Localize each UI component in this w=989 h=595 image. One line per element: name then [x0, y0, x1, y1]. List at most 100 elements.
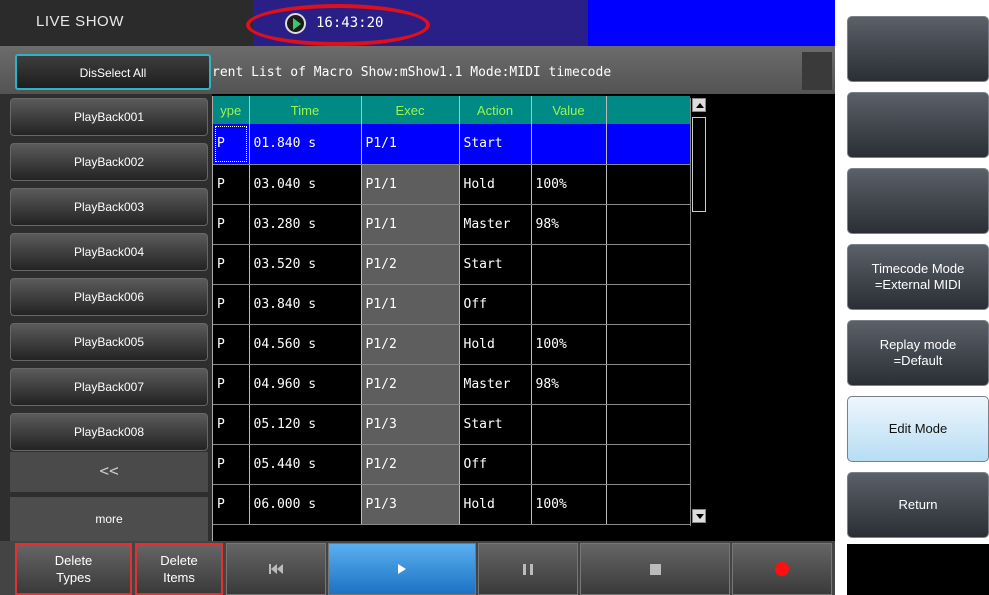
playback-button[interactable]: PlayBack001 [10, 98, 208, 136]
scroll-down-icon[interactable] [692, 509, 706, 523]
cell-action[interactable]: Start [459, 404, 532, 445]
playback-button[interactable]: PlayBack003 [10, 188, 208, 226]
cell-value[interactable] [531, 124, 607, 165]
cell-exec[interactable]: P1/3 [361, 484, 460, 525]
pause-icon [523, 563, 533, 575]
return-button[interactable]: Return [847, 472, 989, 538]
stop-icon [649, 563, 661, 575]
column-header-value[interactable]: Value [531, 96, 607, 124]
cell-time[interactable]: 03.040 s [249, 164, 362, 205]
table-scrollbar[interactable] [690, 98, 707, 526]
cell-exec[interactable]: P1/1 [361, 284, 460, 325]
scroll-thumb[interactable] [692, 117, 706, 212]
pause-button[interactable] [478, 543, 578, 595]
edit-mode-button[interactable]: Edit Mode [847, 396, 989, 462]
scroll-up-icon[interactable] [692, 98, 706, 112]
playback-button[interactable]: PlayBack002 [10, 143, 208, 181]
cell-time[interactable]: 04.960 s [249, 364, 362, 405]
table-row[interactable]: P 03.840 s P1/1 Off [213, 284, 690, 325]
table-row[interactable]: P 05.120 s P1/3 Start [213, 404, 690, 445]
cell-value[interactable] [531, 444, 607, 485]
replay-mode-button[interactable]: Replay mode =Default [847, 320, 989, 386]
column-header-action[interactable]: Action [459, 96, 532, 124]
prev-page-button[interactable]: << [10, 452, 208, 492]
cell-type[interactable]: P [213, 124, 250, 165]
timecode-mode-button[interactable]: Timecode Mode =External MIDI [847, 244, 989, 310]
cell-type[interactable]: P [213, 364, 250, 405]
app-title: LIVE SHOW [36, 13, 124, 30]
cell-type[interactable]: P [213, 284, 250, 325]
cell-action[interactable]: Master [459, 204, 532, 245]
cell-type[interactable]: P [213, 484, 250, 525]
skip-back-button[interactable] [226, 543, 326, 595]
cell-type[interactable]: P [213, 164, 250, 205]
cell-action[interactable]: Master [459, 364, 532, 405]
cell-action[interactable]: Start [459, 244, 532, 285]
cell-value[interactable] [531, 244, 607, 285]
soft-button-3[interactable] [847, 168, 989, 234]
cell-action[interactable]: Off [459, 444, 532, 485]
cell-action[interactable]: Hold [459, 484, 532, 525]
column-header-type[interactable]: ype [213, 96, 250, 124]
playback-button[interactable]: PlayBack004 [10, 233, 208, 271]
cell-value[interactable] [531, 404, 607, 445]
cell-exec[interactable]: P1/1 [361, 164, 460, 205]
cell-value[interactable]: 100% [531, 484, 607, 525]
cell-exec[interactable]: P1/2 [361, 324, 460, 365]
record-button[interactable] [732, 543, 832, 595]
table-row[interactable]: P 04.960 s P1/2 Master 98% [213, 364, 690, 405]
cell-value[interactable]: 98% [531, 364, 607, 405]
cell-exec[interactable]: P1/2 [361, 444, 460, 485]
cell-type[interactable]: P [213, 404, 250, 445]
cell-action[interactable]: Start [459, 124, 532, 165]
cell-value[interactable]: 98% [531, 204, 607, 245]
table-row[interactable]: P 03.040 s P1/1 Hold 100% [213, 164, 690, 205]
soft-button-1[interactable] [847, 16, 989, 82]
stop-button[interactable] [580, 543, 730, 595]
cell-exec[interactable]: P1/2 [361, 244, 460, 285]
cell-value[interactable]: 100% [531, 324, 607, 365]
cell-exec[interactable]: P1/2 [361, 364, 460, 405]
cell-action[interactable]: Off [459, 284, 532, 325]
cell-type[interactable]: P [213, 204, 250, 245]
delete-types-button[interactable]: Delete Types [15, 543, 132, 595]
table-row[interactable]: P 04.560 s P1/2 Hold 100% [213, 324, 690, 365]
cell-time[interactable]: 05.440 s [249, 444, 362, 485]
cell-time[interactable]: 03.520 s [249, 244, 362, 285]
cell-time[interactable]: 03.840 s [249, 284, 362, 325]
cell-type[interactable]: P [213, 324, 250, 365]
delete-items-button[interactable]: Delete Items [135, 543, 223, 595]
more-button[interactable]: more [10, 497, 208, 541]
cell-time[interactable]: 03.280 s [249, 204, 362, 245]
table-row[interactable]: P 03.520 s P1/2 Start [213, 244, 690, 285]
table-header: ype Time Exec Action Value [213, 96, 690, 124]
cell-value[interactable]: 100% [531, 164, 607, 205]
table-row[interactable]: P 06.000 s P1/3 Hold 100% [213, 484, 690, 525]
cell-time[interactable]: 05.120 s [249, 404, 362, 445]
table-row[interactable]: P 01.840 s P1/1 Start [213, 124, 690, 165]
play-button[interactable] [328, 543, 476, 595]
column-header-time[interactable]: Time [249, 96, 362, 124]
cell-value[interactable] [531, 284, 607, 325]
cell-action[interactable]: Hold [459, 164, 532, 205]
table-row[interactable]: P 05.440 s P1/2 Off [213, 444, 690, 485]
column-header-exec[interactable]: Exec [361, 96, 460, 124]
cell-time[interactable]: 01.840 s [249, 124, 362, 165]
cell-type[interactable]: P [213, 244, 250, 285]
cell-action[interactable]: Hold [459, 324, 532, 365]
playback-button[interactable]: PlayBack007 [10, 368, 208, 406]
skip-back-icon [269, 564, 283, 574]
cell-exec[interactable]: P1/3 [361, 404, 460, 445]
macro-list-info: rent List of Macro Show:mShow1.1 Mode:MI… [212, 65, 612, 80]
cell-exec[interactable]: P1/1 [361, 204, 460, 245]
cell-time[interactable]: 04.560 s [249, 324, 362, 365]
playback-button[interactable]: PlayBack005 [10, 323, 208, 361]
cell-exec[interactable]: P1/1 [361, 124, 460, 165]
table-row[interactable]: P 03.280 s P1/1 Master 98% [213, 204, 690, 245]
soft-button-2[interactable] [847, 92, 989, 158]
cell-type[interactable]: P [213, 444, 250, 485]
playback-button[interactable]: PlayBack008 [10, 413, 208, 451]
deselect-all-button[interactable]: DisSelect All [15, 54, 211, 90]
cell-time[interactable]: 06.000 s [249, 484, 362, 525]
playback-button[interactable]: PlayBack006 [10, 278, 208, 316]
